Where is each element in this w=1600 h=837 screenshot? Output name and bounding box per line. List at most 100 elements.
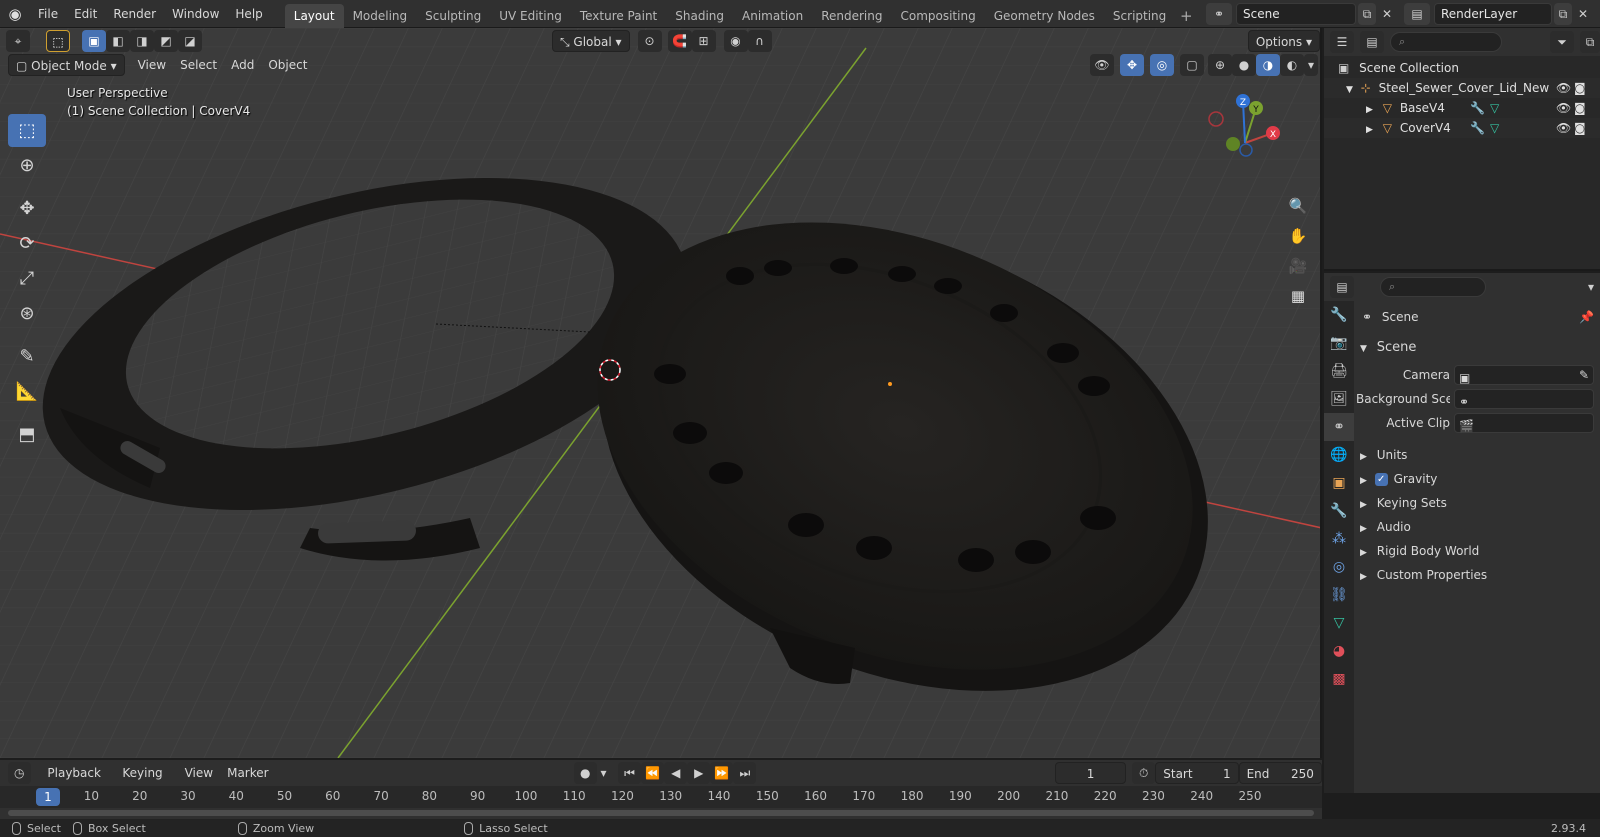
tab-geometry-nodes[interactable]: Geometry Nodes bbox=[985, 4, 1104, 28]
collapse-down-icon[interactable]: ▼ bbox=[1360, 344, 1367, 354]
menu-view[interactable]: View bbox=[131, 54, 173, 76]
tab-uv-editing[interactable]: UV Editing bbox=[490, 4, 571, 28]
modifier-wrench-icon[interactable]: 🔧 bbox=[1470, 98, 1485, 118]
menu-file[interactable]: File bbox=[30, 0, 66, 28]
new-collection-icon[interactable]: ⧉ bbox=[1580, 31, 1600, 53]
expand-down-icon[interactable]: ▼ bbox=[1346, 85, 1353, 95]
material-shading-icon[interactable]: ◑ bbox=[1256, 54, 1280, 76]
3d-viewport[interactable]: X Y Z ⌖ ⬚ ▣ ◧ ◨ ◩ ◪ ⤡ Global ▾ ⊙ 🧲 ⊞ ◉ ∩… bbox=[0, 28, 1322, 758]
outliner-item-steel-sewer[interactable]: ▼ ⊹ Steel_Sewer_Cover_Lid_New 👁 ◙ bbox=[1324, 78, 1600, 98]
select-mode-extend-icon[interactable]: ◧ bbox=[106, 30, 130, 52]
add-cube-icon[interactable]: ⬒ bbox=[8, 418, 46, 451]
keying-sets-panel[interactable]: ▶ Keying Sets bbox=[1356, 491, 1600, 515]
audio-panel[interactable]: ▶ Audio bbox=[1356, 515, 1600, 539]
move-icon[interactable]: ✥ bbox=[8, 192, 46, 225]
view-layer-tab-icon[interactable]: 🖼 bbox=[1324, 385, 1354, 413]
record-icon[interactable]: ● bbox=[573, 762, 597, 784]
tab-shading[interactable]: Shading bbox=[666, 4, 733, 28]
modifier-tab-icon[interactable]: 🔧 bbox=[1324, 497, 1354, 525]
new-view-layer-icon[interactable]: ⧉ bbox=[1554, 3, 1572, 25]
start-frame-field[interactable]: Start 1 bbox=[1155, 762, 1239, 784]
properties-options-icon[interactable]: ▾ bbox=[1582, 276, 1600, 298]
menu-view[interactable]: View bbox=[178, 762, 220, 784]
outliner-search-input[interactable]: ⌕ bbox=[1390, 32, 1502, 52]
tab-scripting[interactable]: Scripting bbox=[1104, 4, 1175, 28]
pan-hand-icon[interactable]: ✋ bbox=[1284, 222, 1312, 250]
visibility-icon[interactable]: 👁 bbox=[1090, 54, 1114, 76]
falloff-icon[interactable]: ∩ bbox=[747, 30, 772, 52]
record-options-icon[interactable]: ▾ bbox=[597, 762, 610, 784]
scale-icon[interactable]: ⤢ bbox=[8, 262, 46, 295]
mesh-data-icon[interactable]: ▽ bbox=[1490, 118, 1499, 138]
current-frame-indicator[interactable]: 1 bbox=[36, 788, 60, 806]
tab-modeling[interactable]: Modeling bbox=[344, 4, 417, 28]
new-scene-icon[interactable]: ⧉ bbox=[1358, 3, 1376, 25]
properties-search-input[interactable]: ⌕ bbox=[1380, 277, 1486, 297]
collapse-right-icon[interactable]: ▶ bbox=[1360, 572, 1367, 582]
ortho-grid-icon[interactable]: ▦ bbox=[1284, 282, 1312, 310]
menu-object[interactable]: Object bbox=[261, 54, 314, 76]
end-frame-field[interactable]: End 250 bbox=[1238, 762, 1322, 784]
eyedropper-icon[interactable]: ✎ bbox=[1579, 366, 1589, 384]
shading-options-icon[interactable]: ▾ bbox=[1304, 54, 1318, 76]
select-mode-subtract-icon[interactable]: ◨ bbox=[130, 30, 154, 52]
scene-tab-icon[interactable]: ⚭ bbox=[1324, 413, 1354, 441]
scene-selector[interactable]: Scene bbox=[1236, 3, 1356, 25]
world-tab-icon[interactable]: 🌐 bbox=[1324, 441, 1354, 469]
frame-ruler[interactable]: 1 10 20 30 40 50 60 70 80 90 100 110 120 130 140 150 16… bbox=[0, 786, 1322, 808]
outliner-root[interactable]: ▣ Scene Collection bbox=[1324, 58, 1600, 78]
gravity-panel[interactable]: ▶ ✓ Gravity bbox=[1356, 467, 1600, 491]
add-workspace-icon[interactable]: + bbox=[1175, 4, 1197, 28]
play-icon[interactable]: ▶ bbox=[687, 762, 711, 784]
jump-start-icon[interactable]: ⏮ bbox=[617, 762, 642, 784]
menu-window[interactable]: Window bbox=[164, 0, 227, 28]
rotate-icon[interactable]: ⟳ bbox=[8, 227, 46, 260]
collapse-right-icon[interactable]: ▶ bbox=[1360, 452, 1367, 462]
close-scene-icon[interactable]: ✕ bbox=[1378, 3, 1396, 25]
active-clip-field[interactable]: 🎬 bbox=[1454, 413, 1594, 433]
eye-icon[interactable]: 👁 bbox=[1556, 98, 1571, 118]
camera-restrict-icon[interactable]: ◙ bbox=[1574, 118, 1586, 138]
select-mode-invert-icon[interactable]: ◩ bbox=[154, 30, 178, 52]
menu-select[interactable]: Select bbox=[173, 54, 224, 76]
cursor-icon[interactable]: ⊕ bbox=[8, 149, 46, 182]
texture-tab-icon[interactable]: ▩ bbox=[1324, 665, 1354, 693]
pin-icon[interactable]: 📌 bbox=[1579, 305, 1594, 329]
prev-keyframe-icon[interactable]: ⏪ bbox=[641, 762, 665, 784]
scene-section-header[interactable]: ▼ Scene bbox=[1356, 335, 1600, 359]
editor-type-icon[interactable]: ⌖ bbox=[6, 30, 30, 52]
mode-dropdown[interactable]: ▢ Object Mode ▾ bbox=[8, 54, 125, 76]
measure-icon[interactable]: 📐 bbox=[8, 375, 46, 408]
material-tab-icon[interactable]: ◕ bbox=[1324, 637, 1354, 665]
custom-properties-panel[interactable]: ▶ Custom Properties bbox=[1356, 563, 1600, 587]
collapse-right-icon[interactable]: ▶ bbox=[1360, 476, 1367, 486]
menu-keying[interactable]: Keying ▾ bbox=[115, 762, 177, 802]
camera-view-icon[interactable]: 🎥 bbox=[1284, 252, 1312, 280]
eye-icon[interactable]: 👁 bbox=[1556, 118, 1571, 138]
snap-target-icon[interactable]: ⊞ bbox=[691, 30, 716, 52]
collapse-right-icon[interactable]: ▶ bbox=[1360, 500, 1367, 510]
tool-tab-icon[interactable]: 🔧 bbox=[1324, 301, 1354, 329]
select-mode-intersect-icon[interactable]: ◪ bbox=[178, 30, 202, 52]
annotate-icon[interactable]: ✎ bbox=[8, 340, 46, 373]
zoom-icon[interactable]: 🔍 bbox=[1284, 192, 1312, 220]
tab-rendering[interactable]: Rendering bbox=[812, 4, 891, 28]
active-tool-icon[interactable]: ⬚ bbox=[46, 30, 70, 52]
gizmo-toggle-icon[interactable]: ✥ bbox=[1120, 54, 1144, 76]
options-dropdown[interactable]: Options ▾ bbox=[1247, 30, 1320, 52]
pivot-point-icon[interactable]: ⊙ bbox=[637, 30, 662, 52]
transform-orientation-dropdown[interactable]: ⤡ Global ▾ bbox=[552, 30, 630, 52]
menu-marker[interactable]: Marker bbox=[220, 762, 275, 784]
camera-restrict-icon[interactable]: ◙ bbox=[1574, 98, 1586, 118]
gravity-checkbox[interactable]: ✓ bbox=[1374, 473, 1388, 486]
expand-right-icon[interactable]: ▶ bbox=[1366, 125, 1373, 135]
render-tab-icon[interactable]: 📷 bbox=[1324, 329, 1354, 357]
timeline-scrollbar[interactable] bbox=[8, 810, 1314, 816]
tab-sculpting[interactable]: Sculpting bbox=[416, 4, 490, 28]
menu-playback[interactable]: Playback ▾ bbox=[40, 762, 115, 802]
menu-render[interactable]: Render bbox=[105, 0, 164, 28]
outliner-editor-type-icon[interactable]: ☰ bbox=[1330, 31, 1354, 53]
camera-restrict-icon[interactable]: ◙ bbox=[1574, 78, 1586, 98]
wireframe-shading-icon[interactable]: ⊕ bbox=[1208, 54, 1232, 76]
object-tab-icon[interactable]: ▣ bbox=[1324, 469, 1354, 497]
